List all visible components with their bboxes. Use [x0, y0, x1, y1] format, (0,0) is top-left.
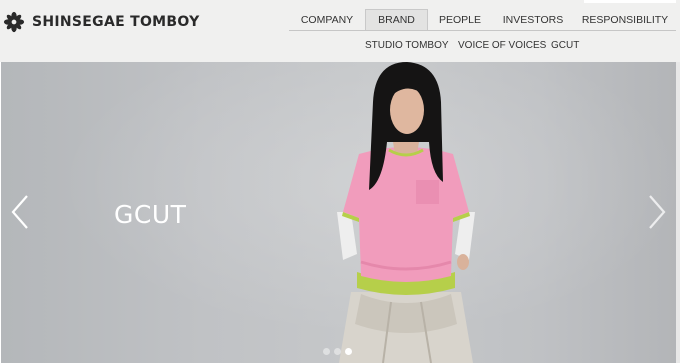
flower-logo-icon: [3, 11, 25, 33]
slider-next-arrow-icon[interactable]: [646, 192, 668, 232]
slider-prev-arrow-icon[interactable]: [9, 192, 31, 232]
brand-logo[interactable]: SHINSEGAE TOMBOY: [3, 10, 200, 34]
slider-dot-3[interactable]: [345, 348, 352, 355]
hero-title: GCUT: [114, 200, 187, 229]
site-header: SHINSEGAE TOMBOY COMPANY BRAND PEOPLE IN…: [0, 0, 680, 62]
nav-item-responsibility[interactable]: RESPONSIBILITY: [580, 9, 670, 31]
hero-model-photo: [337, 62, 475, 363]
subnav-item-gcut[interactable]: GCUT: [551, 38, 579, 54]
slider-pagination: [323, 348, 352, 355]
slider-dot-2[interactable]: [334, 348, 341, 355]
brand-name: SHINSEGAE TOMBOY: [32, 14, 200, 30]
subnav-item-voice-of-voices[interactable]: VOICE OF VOICES: [458, 38, 546, 54]
header-top-strip: [584, 0, 676, 3]
subnav-item-studio-tomboy[interactable]: STUDIO TOMBOY: [365, 38, 449, 54]
slider-dot-1[interactable]: [323, 348, 330, 355]
nav-item-investors[interactable]: INVESTORS: [498, 9, 568, 31]
page-scrollbar[interactable]: [676, 62, 680, 363]
nav-item-people[interactable]: PEOPLE: [433, 9, 487, 31]
hero-slider[interactable]: GCUT: [1, 62, 676, 363]
nav-divider: [289, 30, 676, 31]
nav-item-brand[interactable]: BRAND: [365, 9, 428, 31]
nav-item-company[interactable]: COMPANY: [294, 9, 360, 31]
